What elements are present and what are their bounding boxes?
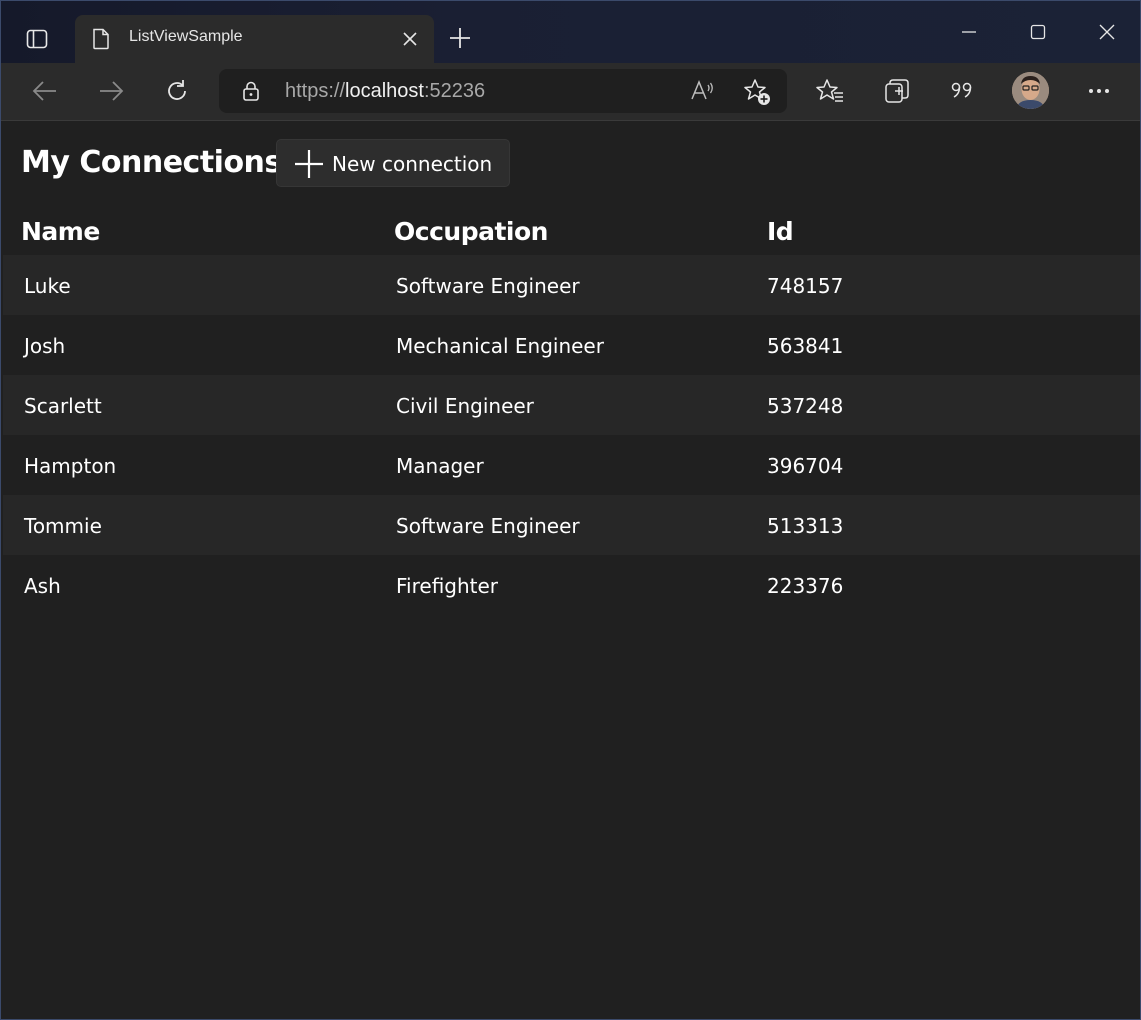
favorites-icon xyxy=(816,79,843,102)
quote-icon xyxy=(951,82,972,98)
cell-name: Luke xyxy=(24,274,71,298)
column-header-name: Name xyxy=(21,217,100,246)
list-item[interactable]: Josh Mechanical Engineer 563841 xyxy=(3,315,1140,375)
cell-id: 396704 xyxy=(767,454,844,478)
cell-id: 748157 xyxy=(767,274,844,298)
forward-button[interactable] xyxy=(91,71,131,111)
tab-actions-icon xyxy=(26,29,48,49)
tab-title: ListViewSample xyxy=(129,28,243,45)
read-aloud-icon[interactable] xyxy=(689,79,715,103)
minimize-icon xyxy=(962,31,976,33)
browser-toolbar: https://localhost:52236 xyxy=(1,63,1140,121)
more-button[interactable] xyxy=(1079,71,1119,111)
cell-occupation: Software Engineer xyxy=(396,274,580,298)
cell-occupation: Software Engineer xyxy=(396,514,580,538)
cell-name: Tommie xyxy=(24,514,102,538)
back-arrow-icon xyxy=(32,81,56,101)
cell-name: Scarlett xyxy=(24,394,102,418)
list-item[interactable]: Scarlett Civil Engineer 537248 xyxy=(3,375,1140,435)
new-connection-button[interactable]: New connection xyxy=(276,139,510,187)
new-connection-label: New connection xyxy=(332,152,493,176)
new-tab-button[interactable] xyxy=(443,21,477,55)
quote-button[interactable] xyxy=(942,71,982,111)
close-icon xyxy=(403,32,417,46)
list-item[interactable]: Ash Firefighter 223376 xyxy=(3,555,1140,615)
cell-id: 563841 xyxy=(767,334,844,358)
plus-icon xyxy=(450,28,470,48)
cell-name: Josh xyxy=(24,334,66,358)
back-button[interactable] xyxy=(25,71,65,111)
cell-occupation: Firefighter xyxy=(396,574,499,598)
url-scheme: https:// xyxy=(285,80,346,102)
collections-button[interactable] xyxy=(877,71,917,111)
page-icon xyxy=(93,28,109,50)
page-title: My Connections xyxy=(21,145,282,180)
tab-active[interactable]: ListViewSample xyxy=(75,15,434,63)
url-port: :52236 xyxy=(423,80,486,102)
cell-occupation: Mechanical Engineer xyxy=(396,334,604,358)
more-icon xyxy=(1089,89,1109,93)
tab-actions-button[interactable] xyxy=(17,19,57,59)
maximize-button[interactable] xyxy=(1018,15,1058,49)
column-header-id: Id xyxy=(767,217,794,246)
cell-occupation: Civil Engineer xyxy=(396,394,534,418)
cell-name: Hampton xyxy=(24,454,117,478)
minimize-button[interactable] xyxy=(949,15,989,49)
list-item[interactable]: Tommie Software Engineer 513313 xyxy=(3,495,1140,555)
cell-name: Ash xyxy=(24,574,61,598)
cell-id: 537248 xyxy=(767,394,844,418)
maximize-icon xyxy=(1030,24,1046,40)
url-host: localhost xyxy=(345,80,424,102)
forward-arrow-icon xyxy=(100,81,124,101)
collections-icon xyxy=(885,79,909,103)
tab-strip: ListViewSample xyxy=(1,1,1140,63)
column-header-occupation: Occupation xyxy=(394,217,548,246)
cell-id: 223376 xyxy=(767,574,844,598)
close-icon xyxy=(1099,24,1115,40)
refresh-button[interactable] xyxy=(157,71,197,111)
cell-occupation: Manager xyxy=(396,454,484,478)
plus-icon xyxy=(295,150,323,178)
list-item[interactable]: Hampton Manager 396704 xyxy=(3,435,1140,495)
address-bar[interactable]: https://localhost:52236 xyxy=(219,69,787,113)
cell-id: 513313 xyxy=(767,514,844,538)
connections-list: Luke Software Engineer 748157 Josh Mecha… xyxy=(3,255,1140,615)
window-close-button[interactable] xyxy=(1087,15,1127,49)
favorites-button[interactable] xyxy=(810,71,850,111)
list-item[interactable]: Luke Software Engineer 748157 xyxy=(3,255,1140,315)
tab-close-button[interactable] xyxy=(400,29,420,49)
profile-picture xyxy=(1012,72,1049,109)
lock-icon[interactable] xyxy=(241,81,261,101)
avatar[interactable] xyxy=(1012,72,1049,109)
star-add-icon[interactable] xyxy=(743,78,771,106)
refresh-icon xyxy=(168,80,186,100)
browser-window: ListViewSample https://localhost:52236 M… xyxy=(0,0,1141,1020)
page-content: My Connections New connection Name Occup… xyxy=(1,121,1140,1019)
url-text[interactable]: https://localhost:52236 xyxy=(285,80,485,103)
